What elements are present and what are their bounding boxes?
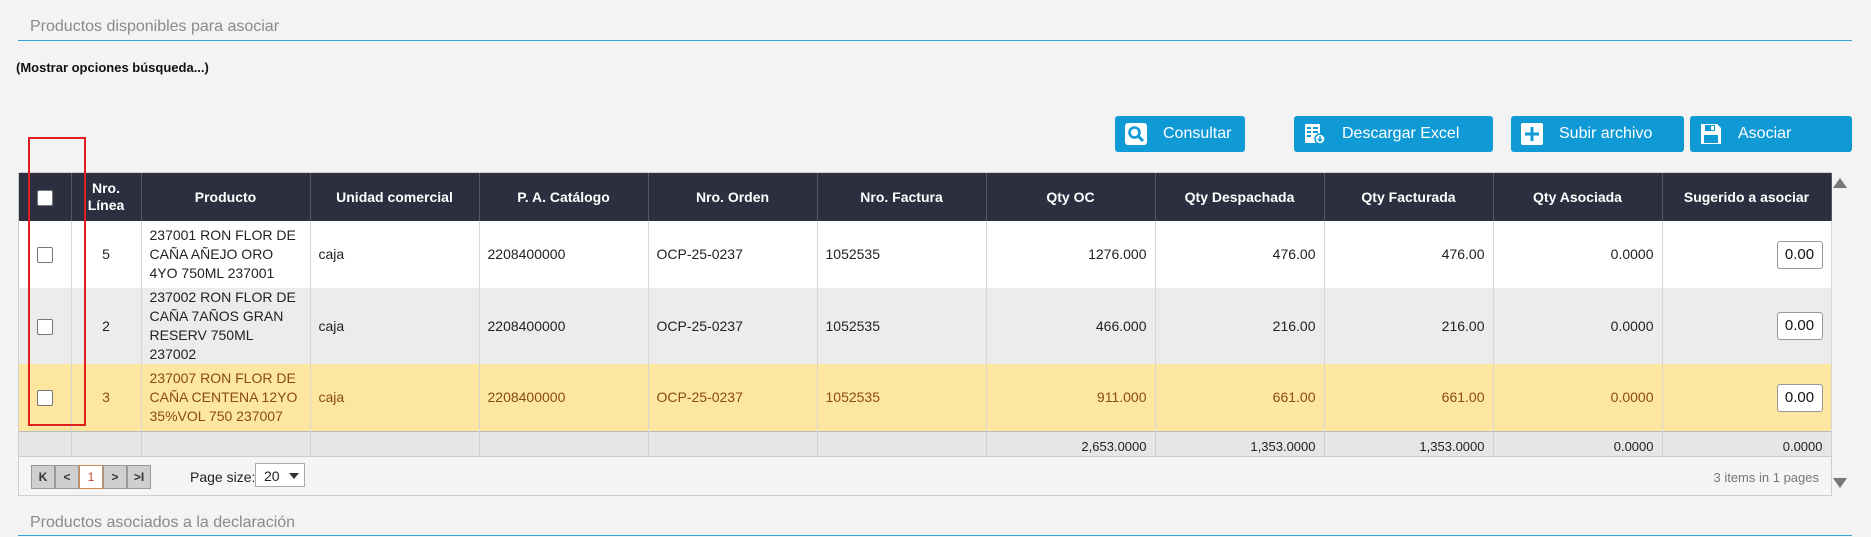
pager-info: 3 items in 1 pages	[1713, 470, 1819, 485]
cell-factura: 1052535	[817, 288, 987, 364]
chevron-left-icon: <	[63, 470, 71, 484]
plus-icon	[1521, 123, 1543, 145]
section-title-available: Productos disponibles para asociar	[30, 18, 280, 35]
consultar-label: Consultar	[1163, 125, 1232, 142]
pager-first-button[interactable]: K	[31, 465, 55, 489]
cell-qty-asociada: 0.0000	[1493, 288, 1663, 364]
page-size-select[interactable]: 20	[255, 463, 305, 487]
table-header-row: Nro. Línea Producto Unidad comercial P. …	[19, 173, 1832, 221]
cell-producto: 237001 RON FLOR DE CAÑA AÑEJO ORO 4YO 75…	[141, 221, 311, 288]
cell-qty-oc: 911.000	[986, 364, 1156, 432]
cell-orden: OCP-25-0237	[648, 221, 818, 288]
descargar-excel-label: Descargar Excel	[1342, 125, 1460, 142]
cell-sugerido: 0.00	[1662, 364, 1832, 432]
sugerido-input[interactable]: 0.00	[1776, 312, 1823, 340]
cell-qty-facturada: 216.00	[1324, 288, 1494, 364]
cell-orden: OCP-25-0237	[648, 288, 818, 364]
table-row[interactable]: 3 237007 RON FLOR DE CAÑA CENTENA 12YO 3…	[19, 364, 1832, 432]
col-header-qty-facturada[interactable]: Qty Facturada	[1324, 173, 1494, 221]
cell-qty-facturada: 476.00	[1324, 221, 1494, 288]
col-header-producto[interactable]: Producto	[141, 173, 311, 221]
sugerido-input[interactable]: 0.00	[1776, 240, 1823, 269]
pager-next-button[interactable]: >	[103, 465, 127, 489]
chevron-down-icon	[289, 473, 299, 479]
consultar-button[interactable]: Consultar	[1115, 116, 1245, 152]
cell-sugerido: 0.00	[1662, 221, 1832, 288]
scroll-down-icon[interactable]	[1833, 478, 1847, 488]
col-header-qty-oc[interactable]: Qty OC	[986, 173, 1156, 221]
cell-qty-oc: 466.000	[986, 288, 1156, 364]
page-size-value: 20	[264, 468, 280, 484]
scroll-up-icon[interactable]	[1833, 178, 1847, 188]
asociar-label: Asociar	[1738, 125, 1792, 142]
cell-producto: 237007 RON FLOR DE CAÑA CENTENA 12YO 35%…	[141, 364, 311, 432]
cell-qty-asociada: 0.0000	[1493, 364, 1663, 432]
asociar-button[interactable]: Asociar	[1690, 116, 1852, 152]
section-divider	[18, 535, 1852, 536]
pager-last-button[interactable]: >I	[127, 465, 151, 489]
subir-archivo-label: Subir archivo	[1559, 125, 1653, 142]
chevron-right-icon: >	[111, 470, 119, 484]
cell-catalogo: 2208400000	[479, 288, 649, 364]
section-divider	[18, 40, 1852, 41]
descargar-excel-button[interactable]: Descargar Excel	[1294, 116, 1493, 152]
cell-producto: 237002 RON FLOR DE CAÑA 7AÑOS GRAN RESER…	[141, 288, 311, 364]
cell-catalogo: 2208400000	[479, 364, 649, 432]
cell-factura: 1052535	[817, 221, 987, 288]
cell-qty-despachada: 216.00	[1155, 288, 1325, 364]
cell-catalogo: 2208400000	[479, 221, 649, 288]
annotation-highlight-box	[28, 137, 86, 426]
page-number: 1	[87, 470, 95, 484]
first-page-icon: K	[38, 470, 48, 484]
col-header-qty-despachada[interactable]: Qty Despachada	[1155, 173, 1325, 221]
pager-current-page[interactable]: 1	[79, 465, 103, 489]
cell-sugerido: 0.00	[1662, 288, 1832, 364]
save-icon	[1701, 124, 1721, 144]
section-title-associated: Productos asociados a la declaración	[30, 514, 296, 531]
cell-unidad: caja	[310, 221, 480, 288]
col-header-catalogo[interactable]: P. A. Catálogo	[479, 173, 649, 221]
cell-orden: OCP-25-0237	[648, 364, 818, 432]
cell-qty-despachada: 661.00	[1155, 364, 1325, 432]
products-grid: Nro. Línea Producto Unidad comercial P. …	[18, 172, 1832, 496]
pager: K < 1 > >I Page size: 20 3 items in 1 pa…	[19, 456, 1831, 495]
cell-qty-facturada: 661.00	[1324, 364, 1494, 432]
cell-qty-asociada: 0.0000	[1493, 221, 1663, 288]
col-header-sugerido[interactable]: Sugerido a asociar	[1662, 173, 1832, 221]
page-size-label: Page size:	[190, 469, 256, 485]
cell-factura: 1052535	[817, 364, 987, 432]
col-header-qty-asociada[interactable]: Qty Asociada	[1493, 173, 1663, 221]
show-search-options-link[interactable]: (Mostrar opciones búsqueda...)	[16, 60, 209, 75]
subir-archivo-button[interactable]: Subir archivo	[1511, 116, 1684, 152]
cell-qty-oc: 1276.000	[986, 221, 1156, 288]
col-header-factura[interactable]: Nro. Factura	[817, 173, 987, 221]
table-row[interactable]: 2 237002 RON FLOR DE CAÑA 7AÑOS GRAN RES…	[19, 288, 1832, 364]
pager-prev-button[interactable]: <	[55, 465, 79, 489]
cell-qty-despachada: 476.00	[1155, 221, 1325, 288]
excel-icon	[1305, 124, 1326, 145]
table-row[interactable]: 5 237001 RON FLOR DE CAÑA AÑEJO ORO 4YO …	[19, 221, 1832, 288]
products-table: Nro. Línea Producto Unidad comercial P. …	[19, 173, 1832, 460]
sugerido-input[interactable]: 0.00	[1776, 383, 1823, 412]
cell-unidad: caja	[310, 288, 480, 364]
cell-unidad: caja	[310, 364, 480, 432]
col-header-unidad[interactable]: Unidad comercial	[310, 173, 480, 221]
toolbar: Consultar Descargar Excel Subir archivo	[0, 116, 1871, 154]
search-icon	[1125, 123, 1147, 145]
last-page-icon: >I	[133, 470, 145, 484]
col-header-orden[interactable]: Nro. Orden	[648, 173, 818, 221]
